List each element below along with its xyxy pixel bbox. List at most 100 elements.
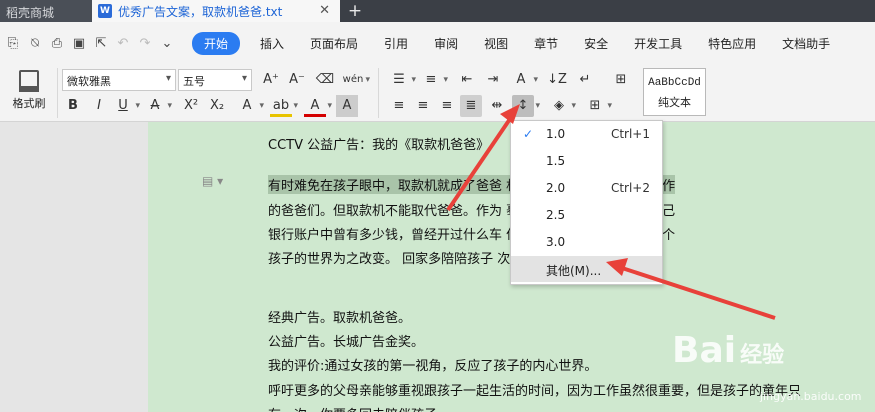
font-size-select[interactable]: 五号 ▾ (178, 69, 252, 91)
ribbon: 格式刷 微软雅黑 ▾ 五号 ▾ A⁺ A⁻ ⌫ wén B I U A X² X… (0, 64, 875, 122)
save-icon[interactable]: ⍉ (24, 36, 46, 51)
line-spacing-icon[interactable]: ↕ (512, 95, 540, 117)
grow-font-icon[interactable]: A⁺ (260, 69, 282, 91)
line-spacing-menu: ✓ 1.0 Ctrl+1 1.5 2.0 Ctrl+2 2.5 3.0 其他(M… (510, 120, 663, 285)
menu-special-apps[interactable]: 特色应用 (708, 35, 756, 52)
open-icon[interactable]: ⎘ (2, 36, 24, 51)
doc-line[interactable]: 经典广告。取款机爸爸。 (268, 307, 411, 326)
writer-doc-icon: W (98, 4, 112, 18)
print-icon[interactable]: ⎙ (46, 36, 68, 51)
customize-dropdown-icon[interactable]: ⌄ (156, 36, 178, 51)
numbering-icon[interactable]: ≡ (420, 69, 448, 91)
menu-developer[interactable]: 开发工具 (634, 35, 682, 52)
option-value: 其他(M)... (546, 264, 602, 278)
new-tab-button[interactable]: + (340, 0, 370, 22)
print-preview-icon[interactable]: ▣ (68, 36, 90, 51)
borders-icon[interactable]: ⊞ (584, 95, 612, 117)
menu-page-layout[interactable]: 页面布局 (310, 35, 358, 52)
highlight-color-icon[interactable]: ab (270, 95, 298, 117)
doc-line[interactable]: 公益广告。长城广告金奖。 (268, 331, 424, 350)
doc-line[interactable]: 呼吁更多的父母亲能够重视跟孩子一起生活的时间，因为工作虽然很重要，但是孩子的童年… (268, 380, 801, 399)
style-preview: AaBbCcDd (648, 77, 701, 89)
line-spacing-3-0[interactable]: 3.0 (511, 229, 662, 255)
line-spacing-2-5[interactable]: 2.5 (511, 202, 662, 228)
subscript-icon[interactable]: X₂ (206, 95, 228, 117)
justify-icon[interactable]: ≣ (460, 95, 482, 117)
tab-label: 稻壳商城 (6, 6, 55, 20)
font-color-icon[interactable]: A (304, 95, 332, 117)
line-spacing-1-0[interactable]: ✓ 1.0 Ctrl+1 (511, 121, 662, 147)
bold-icon[interactable]: B (62, 95, 84, 117)
font-name-select[interactable]: 微软雅黑 ▾ (62, 69, 176, 91)
menu-security[interactable]: 安全 (584, 35, 608, 52)
menu-bar: ⎘ ⍉ ⎙ ▣ ⇱ ↶ ↷ ⌄ 开始 插入 页面布局 引用 审阅 视图 章节 安… (0, 22, 875, 64)
align-center-icon[interactable]: ≡ (412, 95, 434, 117)
format-painter-button[interactable]: 格式刷 (4, 68, 54, 111)
phonetic-guide-icon[interactable]: wén (342, 69, 370, 91)
export-pdf-icon[interactable]: ⇱ (90, 36, 112, 51)
chevron-down-icon: ▾ (165, 73, 171, 84)
option-value: 3.0 (546, 235, 566, 249)
shrink-font-icon[interactable]: A⁻ (286, 69, 308, 91)
doc-line[interactable]: 我的评价:通过女孩的第一视角，反应了孩子的内心世界。 (268, 355, 597, 374)
underline-icon[interactable]: U (112, 95, 140, 117)
chevron-down-icon: ▾ (241, 73, 247, 84)
italic-icon[interactable]: I (88, 95, 110, 117)
strikethrough-icon[interactable]: A (144, 95, 172, 117)
format-painter-label: 格式刷 (12, 97, 46, 110)
tab-document[interactable]: W 优秀广告文案，取款机爸爸.txt ✕ (92, 0, 340, 22)
decrease-indent-icon[interactable]: ⇤ (456, 69, 478, 91)
paragraph-layout-icon[interactable]: ▤ ▾ (202, 174, 223, 188)
tab-label: 优秀广告文案，取款机爸爸.txt (118, 4, 283, 19)
line-spacing-1-5[interactable]: 1.5 (511, 148, 662, 174)
menu-references[interactable]: 引用 (384, 35, 408, 52)
increase-indent-icon[interactable]: ⇥ (482, 69, 504, 91)
clear-format-icon[interactable]: ⌫ (314, 69, 336, 91)
menu-insert[interactable]: 插入 (260, 35, 284, 52)
distribute-icon[interactable]: ⇹ (486, 95, 508, 117)
align-left-icon[interactable]: ≡ (388, 95, 410, 117)
checkmark-icon: ✓ (523, 127, 534, 141)
option-value: 2.5 (546, 208, 566, 222)
doc-line[interactable]: 有一次，你要多回去陪伴孩子。 (268, 404, 450, 412)
undo-icon[interactable]: ↶ (112, 36, 134, 51)
menu-home[interactable]: 开始 (192, 31, 241, 55)
option-value: 2.0 (546, 181, 566, 195)
close-tab-icon[interactable]: ✕ (319, 3, 330, 18)
watermark-suffix: 经验 (740, 343, 785, 368)
sort-icon[interactable]: ↓Z (546, 69, 568, 91)
doc-line[interactable]: 孩子的世界为之改变。 回家多陪陪孩子 次。 (268, 248, 523, 267)
divider (378, 68, 379, 118)
char-shading-icon[interactable]: A (336, 95, 358, 117)
superscript-icon[interactable]: X² (180, 95, 202, 117)
divider (57, 68, 58, 118)
shortcut: Ctrl+1 (610, 127, 650, 141)
tab-docer-store[interactable]: 稻壳商城 (0, 0, 92, 22)
chinese-layout-icon[interactable]: A (510, 69, 538, 91)
menu-doc-assistant[interactable]: 文档助手 (782, 35, 830, 52)
show-marks-icon[interactable]: ↵ (574, 69, 596, 91)
menu-sections[interactable]: 章节 (534, 35, 558, 52)
text-effect-icon[interactable]: A (236, 95, 264, 117)
line-spacing-2-0[interactable]: 2.0 Ctrl+2 (511, 175, 662, 201)
bullets-icon[interactable]: ☰ (388, 69, 416, 91)
table-icon[interactable]: ⊞ (610, 69, 632, 91)
doc-line[interactable]: CCTV 公益广告：我的《取款机爸爸》 (268, 134, 489, 153)
main-menu: 开始 插入 页面布局 引用 审阅 视图 章节 安全 开发工具 特色应用 文档助手 (192, 31, 856, 55)
style-normal-text[interactable]: AaBbCcDd 纯文本 (643, 68, 706, 116)
align-right-icon[interactable]: ≡ (436, 95, 458, 117)
font-name-value: 微软雅黑 (67, 75, 111, 88)
style-name: 纯文本 (658, 96, 691, 109)
line-spacing-other[interactable]: 其他(M)... (511, 256, 662, 282)
redo-icon[interactable]: ↷ (134, 36, 156, 51)
option-value: 1.0 (546, 127, 566, 141)
watermark-text: Bai (672, 330, 737, 371)
menu-review[interactable]: 审阅 (434, 35, 458, 52)
shortcut: Ctrl+2 (610, 181, 650, 195)
menu-view[interactable]: 视图 (484, 35, 508, 52)
font-size-value: 五号 (183, 75, 205, 88)
watermark-url: jingyan.baidu.com (760, 390, 862, 403)
quick-access-toolbar: ⎘ ⍉ ⎙ ▣ ⇱ ↶ ↷ ⌄ (0, 36, 178, 51)
shading-icon[interactable]: ◈ (548, 95, 576, 117)
title-bar: 稻壳商城 W 优秀广告文案，取款机爸爸.txt ✕ + (0, 0, 875, 22)
